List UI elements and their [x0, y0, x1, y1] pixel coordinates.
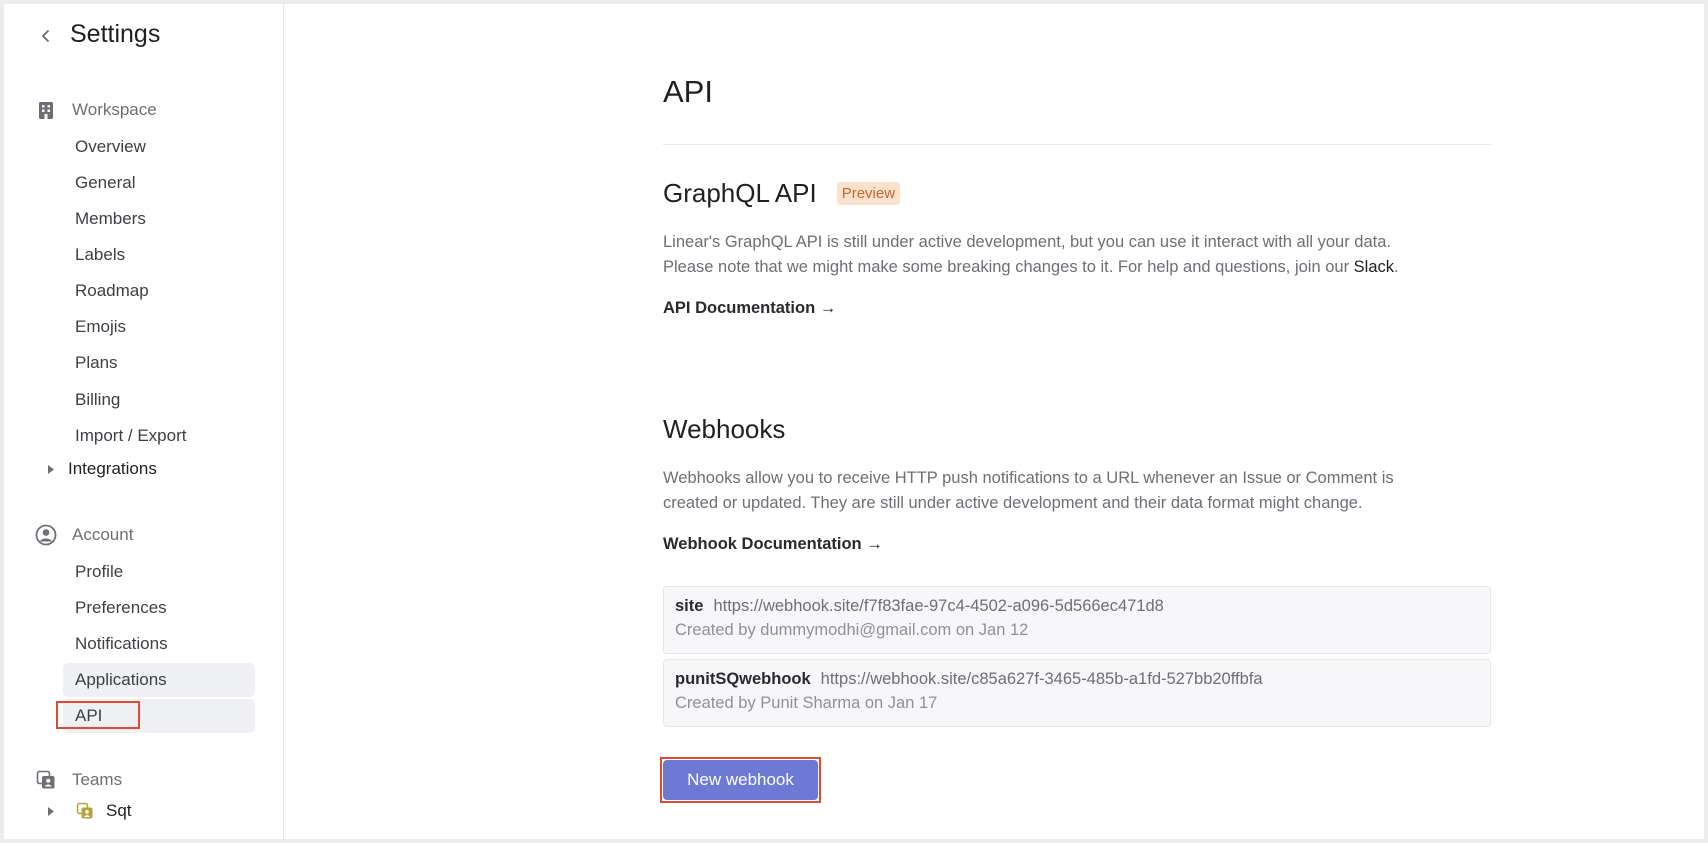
sidebar-item-plans[interactable]: Plans — [63, 346, 255, 380]
graphql-heading-row: GraphQL API Preview — [663, 178, 901, 209]
graphql-desc-line1: Linear's GraphQL API is still under acti… — [663, 233, 1392, 251]
webhooks-heading: Webhooks — [663, 414, 786, 444]
webhook-documentation-link[interactable]: Webhook Documentation → — [663, 535, 883, 554]
webhook-item[interactable]: site https://webhook.site/f7f83fae-97c4-… — [663, 586, 1491, 654]
sidebar-item-labels[interactable]: Labels — [63, 238, 255, 272]
sidebar-item-emojis[interactable]: Emojis — [63, 310, 255, 344]
sidebar-item-applications[interactable]: Applications — [63, 663, 255, 697]
graphql-desc-line2: Please note that we might make some brea… — [663, 255, 1491, 280]
webhook-url: https://webhook.site/c85a627f-3465-485b-… — [820, 670, 1263, 688]
webhook-name: punitSQwebhook — [675, 670, 811, 688]
team-icon — [76, 802, 94, 820]
webhook-item[interactable]: punitSQwebhook https://webhook.site/c85a… — [663, 659, 1491, 727]
sidebar: Settings Workspace Overview General Memb… — [4, 4, 284, 839]
sidebar-item-general[interactable]: General — [63, 166, 255, 200]
sidebar-item-members[interactable]: Members — [63, 202, 255, 236]
webhooks-desc-line1: Webhooks allow you to receive HTTP push … — [663, 469, 1394, 487]
title-divider — [663, 144, 1491, 145]
sidebar-item-roadmap[interactable]: Roadmap — [63, 274, 255, 308]
back-chevron-icon[interactable] — [34, 24, 58, 48]
sidebar-item-import-export[interactable]: Import / Export — [63, 419, 255, 453]
user-circle-icon — [34, 523, 58, 547]
sidebar-item-overview[interactable]: Overview — [63, 130, 255, 164]
teams-section-header: Teams — [34, 768, 122, 792]
webhook-created: Created by Punit Sharma on Jan 17 — [675, 694, 938, 712]
sidebar-team-sqt[interactable]: Sqt — [44, 801, 132, 821]
page-title: API — [663, 74, 713, 109]
integrations-label: Integrations — [68, 459, 157, 478]
graphql-description: Linear's GraphQL API is still under acti… — [663, 230, 1491, 280]
sidebar-item-notifications[interactable]: Notifications — [63, 627, 255, 661]
webhook-name: site — [675, 597, 704, 615]
preview-badge: Preview — [836, 182, 901, 205]
sidebar-item-billing[interactable]: Billing — [63, 383, 255, 417]
webhooks-description: Webhooks allow you to receive HTTP push … — [663, 466, 1491, 516]
main-content: API GraphQL API Preview Linear's GraphQL… — [285, 4, 1704, 839]
account-label: Account — [72, 525, 134, 544]
building-icon — [34, 98, 58, 122]
graphql-heading: GraphQL API — [663, 178, 817, 208]
teams-icon — [34, 768, 58, 792]
workspace-section-header: Workspace — [34, 98, 157, 122]
sidebar-item-preferences[interactable]: Preferences — [63, 591, 255, 625]
webhook-url: https://webhook.site/f7f83fae-97c4-4502-… — [713, 597, 1164, 615]
settings-window: Settings Workspace Overview General Memb… — [4, 4, 1704, 839]
caret-right-icon — [44, 804, 58, 818]
sidebar-item-integrations[interactable]: Integrations — [44, 459, 157, 479]
sidebar-item-api[interactable]: API — [63, 699, 255, 733]
teams-label: Teams — [72, 770, 123, 789]
workspace-label: Workspace — [72, 100, 157, 119]
team-name: Sqt — [106, 801, 132, 820]
graphql-desc-end: . — [1394, 258, 1399, 276]
webhook-created: Created by dummymodhi@gmail.com on Jan 1… — [675, 621, 1029, 639]
graphql-desc-line2-text: Please note that we might make some brea… — [663, 258, 1354, 276]
webhooks-desc-line2: created or updated. They are still under… — [663, 494, 1363, 512]
caret-right-icon — [44, 462, 58, 476]
settings-title: Settings — [70, 20, 161, 48]
api-documentation-link[interactable]: API Documentation → — [663, 299, 836, 318]
slack-link[interactable]: Slack — [1354, 258, 1394, 276]
sidebar-item-profile[interactable]: Profile — [63, 555, 255, 589]
account-section-header: Account — [34, 523, 133, 547]
new-webhook-button[interactable]: New webhook — [663, 760, 818, 800]
